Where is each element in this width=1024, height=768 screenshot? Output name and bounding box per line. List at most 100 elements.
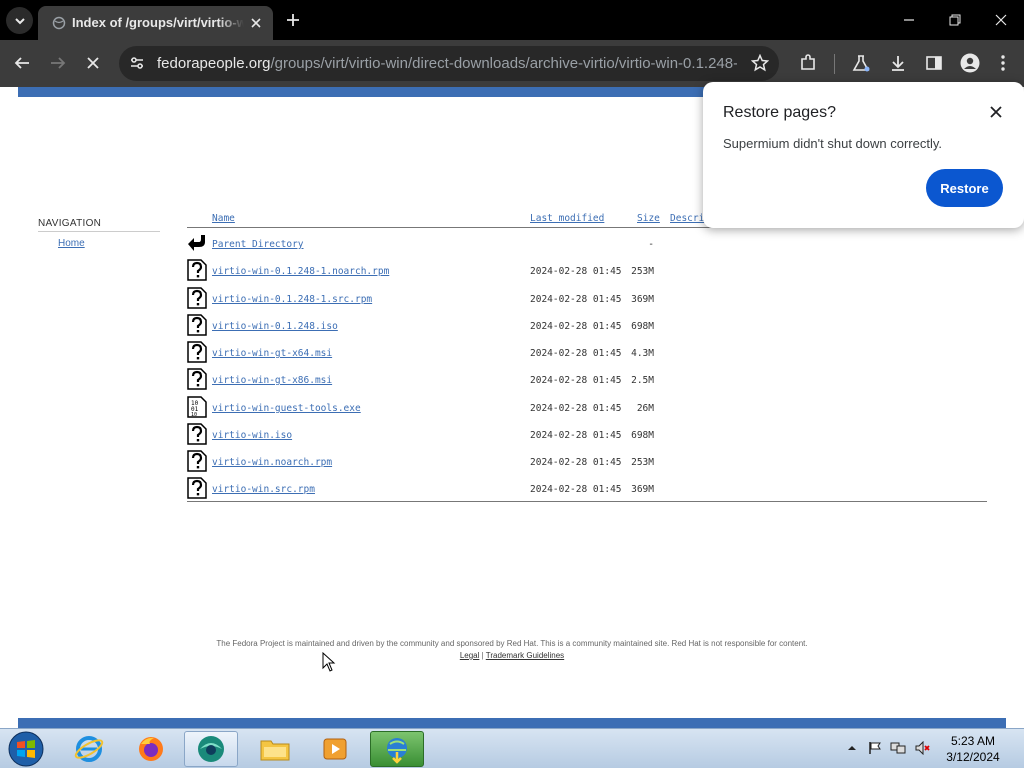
clock-date: 3/12/2024 [946, 750, 1000, 764]
profile-button[interactable] [957, 50, 983, 76]
parent-directory-row: Parent Directory - [187, 232, 987, 256]
back-icon[interactable] [187, 232, 207, 254]
trademark-guidelines-link[interactable]: Trademark Guidelines [486, 651, 564, 660]
footer-bar [18, 718, 1006, 728]
avatar-icon [960, 53, 980, 73]
tab-title: Index of /groups/virt/virtio-win/direct-… [72, 15, 244, 30]
unknown-file-icon[interactable] [187, 450, 207, 472]
clock-time: 5:23 AM [950, 734, 996, 748]
file-row: virtio-win-gt-x86.msi 2024-02-28 01:45 2.5… [187, 368, 987, 392]
browser-toolbar: fedorapeople.org/groups/virt/virtio-win/… [0, 40, 1024, 87]
stop-loading-button[interactable] [80, 50, 106, 76]
volume-tray-button[interactable] [914, 739, 932, 757]
windows-start-icon[interactable] [6, 730, 46, 768]
file-size-cell: 698M [631, 430, 654, 441]
file-row: virtio-win-0.1.248-1.noarch.rpm 2024-02-2… [187, 259, 987, 283]
navigation-title: NAVIGATION [38, 218, 102, 229]
file-link[interactable]: virtio-win-0.1.248-1.noarch.rpm [212, 266, 389, 277]
file-link[interactable]: virtio-win-0.1.248-1.src.rpm [212, 294, 372, 305]
downloads-button[interactable] [885, 50, 911, 76]
unknown-file-icon[interactable] [187, 477, 207, 499]
dialog-close-button[interactable] [988, 104, 1004, 120]
last-modified-cell: 2024-02-28 01:45 [530, 484, 622, 495]
show-hidden-icons-button[interactable] [843, 739, 861, 757]
svg-text:10: 10 [191, 412, 197, 418]
file-row: virtio-win.src.rpm 2024-02-28 01:45 369M [187, 477, 987, 501]
taskbar: 5:23 AM 3/12/2024 [0, 728, 1024, 768]
network-icon [890, 742, 906, 754]
file-size-cell: 698M [631, 321, 654, 332]
sort-by-modified-link[interactable]: Last modified [530, 213, 604, 224]
url-path: /groups/virt/virtio-win/direct-downloads… [270, 55, 737, 72]
binary-file-icon[interactable]: 10 01 10 [187, 396, 207, 418]
extensions-button[interactable] [795, 50, 821, 76]
last-modified-cell: 2024-02-28 01:45 [530, 348, 622, 359]
active-tab[interactable]: Index of /groups/virt/virtio-win/direct-… [38, 6, 273, 40]
restore-window-button[interactable] [942, 8, 968, 32]
unknown-file-icon[interactable] [187, 368, 207, 390]
last-modified-cell: 2024-02-28 01:45 [530, 403, 622, 414]
supermium-taskbar-button[interactable] [184, 731, 238, 767]
menu-button[interactable] [990, 50, 1016, 76]
tab-search-button[interactable] [6, 7, 33, 34]
media-player-taskbar-button[interactable] [308, 731, 362, 767]
unknown-file-icon[interactable] [187, 259, 207, 281]
network-app-taskbar-button[interactable] [370, 731, 424, 767]
unknown-file-icon[interactable] [187, 287, 207, 309]
file-link[interactable]: virtio-win.noarch.rpm [212, 457, 332, 468]
dialog-message: Supermium didn't shut down correctly. [723, 136, 943, 151]
file-size-cell: 4.3M [631, 348, 654, 359]
supermium-icon [198, 736, 224, 762]
file-size-cell: - [648, 239, 654, 250]
site-info-icon[interactable] [129, 55, 145, 71]
arrow-left-icon [14, 57, 29, 69]
system-clock[interactable]: 5:23 AM 3/12/2024 [938, 733, 1008, 765]
url-text[interactable]: fedorapeople.org/groups/virt/virtio-win/… [157, 55, 737, 72]
restore-pages-dialog: Restore pages? Supermium didn't shut dow… [703, 82, 1024, 228]
file-size-cell: 26M [636, 403, 654, 414]
file-link[interactable]: virtio-win-guest-tools.exe [212, 403, 361, 414]
minimize-icon [904, 19, 914, 21]
address-bar[interactable]: fedorapeople.org/groups/virt/virtio-win/… [119, 46, 779, 81]
file-link[interactable]: virtio-win.src.rpm [212, 484, 315, 495]
unknown-file-icon[interactable] [187, 341, 207, 363]
parent-directory-link[interactable]: Parent Directory [212, 239, 304, 250]
file-explorer-taskbar-button[interactable] [248, 731, 302, 767]
unknown-file-icon[interactable] [187, 314, 207, 336]
sort-by-description-link[interactable]: Descri [670, 213, 704, 224]
bookmark-star-icon[interactable] [751, 54, 769, 72]
legal-link[interactable]: Legal [460, 651, 480, 660]
dialog-title: Restore pages? [723, 104, 836, 121]
last-modified-cell: 2024-02-28 01:45 [530, 457, 622, 468]
close-icon [990, 106, 1002, 118]
file-link[interactable]: virtio-win.iso [212, 430, 292, 441]
side-panel-button[interactable] [921, 50, 947, 76]
tab-close-button[interactable] [247, 14, 265, 32]
new-tab-button[interactable] [283, 10, 303, 30]
file-link[interactable]: virtio-win-0.1.248.iso [212, 321, 338, 332]
home-link[interactable]: Home [58, 238, 85, 249]
sort-by-name-link[interactable]: Name [212, 213, 235, 224]
back-button[interactable] [9, 50, 35, 76]
file-row: virtio-win.noarch.rpm 2024-02-28 01:45 253… [187, 450, 987, 474]
internet-explorer-taskbar-button[interactable] [62, 731, 116, 767]
last-modified-cell: 2024-02-28 01:45 [530, 430, 622, 441]
firefox-taskbar-button[interactable] [124, 731, 178, 767]
sort-by-size-link[interactable]: Size [637, 213, 660, 224]
file-link[interactable]: virtio-win-gt-x64.msi [212, 348, 332, 359]
labs-button[interactable] [848, 50, 874, 76]
file-size-cell: 253M [631, 457, 654, 468]
close-window-button[interactable] [988, 8, 1014, 32]
unknown-file-icon[interactable] [187, 423, 207, 445]
flask-icon [852, 55, 870, 72]
page-footer: The Fedora Project is maintained and dri… [0, 638, 1024, 662]
action-center-tray-button[interactable] [866, 739, 884, 757]
restore-button[interactable]: Restore [926, 169, 1003, 207]
restore-window-icon [949, 14, 961, 26]
file-link[interactable]: virtio-win-gt-x86.msi [212, 375, 332, 386]
network-tray-button[interactable] [889, 739, 907, 757]
puzzle-icon [801, 54, 815, 70]
file-size-cell: 2.5M [631, 375, 654, 386]
forward-button[interactable] [45, 50, 71, 76]
minimize-button[interactable] [896, 8, 922, 32]
